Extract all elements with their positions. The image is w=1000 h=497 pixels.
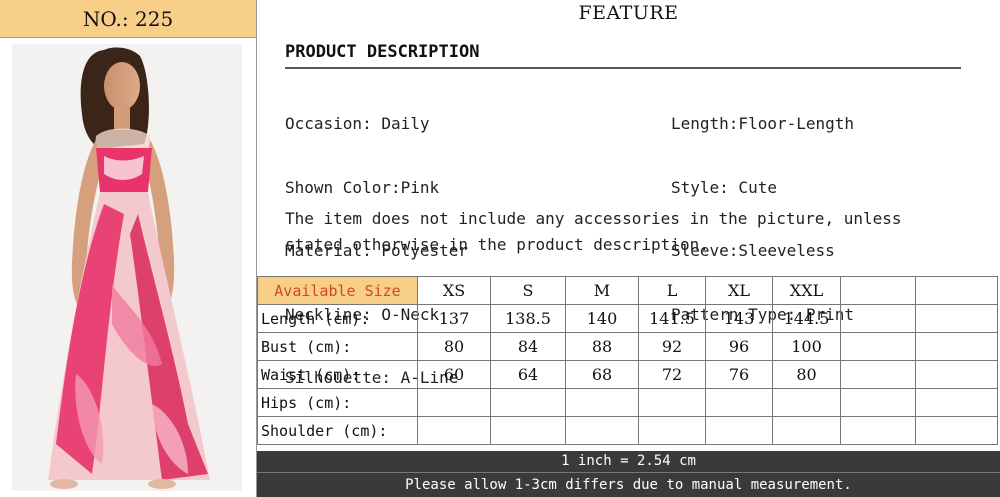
spec-occasion: Occasion: Daily <box>285 114 430 133</box>
table-cell: 96 <box>705 332 773 361</box>
feature-panel: FEATURE PRODUCT DESCRIPTION Occasion: Da… <box>257 0 1000 497</box>
table-cell: 72 <box>638 360 706 389</box>
row-label-waist: Waist (cm): <box>257 360 418 389</box>
empty-cell <box>840 388 916 417</box>
table-cell <box>490 388 566 417</box>
table-cell <box>638 388 706 417</box>
size-header-row: Available Size XS S M L XL XXL <box>257 276 998 305</box>
table-cell: 141.5 <box>638 304 706 333</box>
product-number: NO.: 225 <box>82 6 174 31</box>
empty-cell <box>840 276 916 305</box>
description-heading: PRODUCT DESCRIPTION <box>285 42 480 62</box>
table-cell <box>565 416 639 445</box>
table-cell <box>705 416 773 445</box>
table-cell: 84 <box>490 332 566 361</box>
table-cell: 92 <box>638 332 706 361</box>
table-cell <box>417 388 491 417</box>
empty-cell <box>915 416 998 445</box>
table-row: Waist (cm): 60 64 68 72 76 80 <box>257 360 998 389</box>
table-cell <box>490 416 566 445</box>
measurement-note: Please allow 1-3cm differs due to manual… <box>405 477 852 493</box>
row-label-hips: Hips (cm): <box>257 388 418 417</box>
spec-color: Shown Color:Pink <box>285 177 440 197</box>
table-cell: 137 <box>417 304 491 333</box>
accessories-note-line1: The item does not include any accessorie… <box>285 209 902 228</box>
empty-cell <box>840 416 916 445</box>
table-cell: 143 <box>705 304 773 333</box>
row-label-shoulder: Shoulder (cm): <box>257 416 418 445</box>
model-photo <box>12 44 242 491</box>
heading-divider <box>285 67 961 69</box>
table-cell: 60 <box>417 360 491 389</box>
table-row: Hips (cm): <box>257 388 998 417</box>
conversion-note: 1 inch = 2.54 cm <box>561 453 696 469</box>
accessories-note-line2: stated otherwise in the product descript… <box>285 234 709 254</box>
table-cell: 88 <box>565 332 639 361</box>
size-m: M <box>565 276 639 305</box>
empty-cell <box>915 360 998 389</box>
product-number-badge: NO.: 225 <box>0 0 256 38</box>
table-cell: 140 <box>565 304 639 333</box>
measurement-note-bar: Please allow 1-3cm differs due to manual… <box>257 473 1000 497</box>
row-label-length: Length (cm): <box>257 304 418 333</box>
table-cell <box>638 416 706 445</box>
row-label-bust: Bust (cm): <box>257 332 418 361</box>
conversion-note-bar: 1 inch = 2.54 cm <box>257 451 1000 473</box>
empty-cell <box>840 304 916 333</box>
table-cell: 68 <box>565 360 639 389</box>
table-cell <box>417 416 491 445</box>
empty-cell <box>915 332 998 361</box>
empty-cell <box>840 332 916 361</box>
available-size-label: Available Size <box>257 276 418 305</box>
table-cell <box>772 388 841 417</box>
table-cell: 100 <box>772 332 841 361</box>
table-cell <box>772 416 841 445</box>
table-row: Shoulder (cm): <box>257 416 998 445</box>
empty-cell <box>840 360 916 389</box>
spec-style: Style: Cute <box>671 177 777 197</box>
empty-cell <box>915 276 998 305</box>
accessories-note: The item does not include any accessorie… <box>285 206 985 257</box>
size-xxl: XXL <box>772 276 841 305</box>
table-cell: 64 <box>490 360 566 389</box>
table-cell: 144.5 <box>772 304 841 333</box>
size-l: L <box>638 276 706 305</box>
table-cell: 80 <box>417 332 491 361</box>
product-sheet: NO.: 225 FEATURE PRODUCT DESCRIPTION Occ… <box>0 0 1000 497</box>
table-row: Length (cm): 137 138.5 140 141.5 143 144… <box>257 304 998 333</box>
empty-cell <box>915 388 998 417</box>
empty-cell <box>915 304 998 333</box>
table-row: Bust (cm): 80 84 88 92 96 100 <box>257 332 998 361</box>
size-xs: XS <box>417 276 491 305</box>
product-image-panel: NO.: 225 <box>0 0 257 497</box>
table-cell <box>705 388 773 417</box>
table-cell: 138.5 <box>490 304 566 333</box>
feature-title: FEATURE <box>578 2 679 24</box>
size-s: S <box>490 276 566 305</box>
table-cell: 80 <box>772 360 841 389</box>
table-cell <box>565 388 639 417</box>
table-cell: 76 <box>705 360 773 389</box>
size-xl: XL <box>705 276 773 305</box>
spec-length: Length:Floor-Length <box>671 114 855 133</box>
size-table: Available Size XS S M L XL XXL Length (c… <box>257 276 998 445</box>
